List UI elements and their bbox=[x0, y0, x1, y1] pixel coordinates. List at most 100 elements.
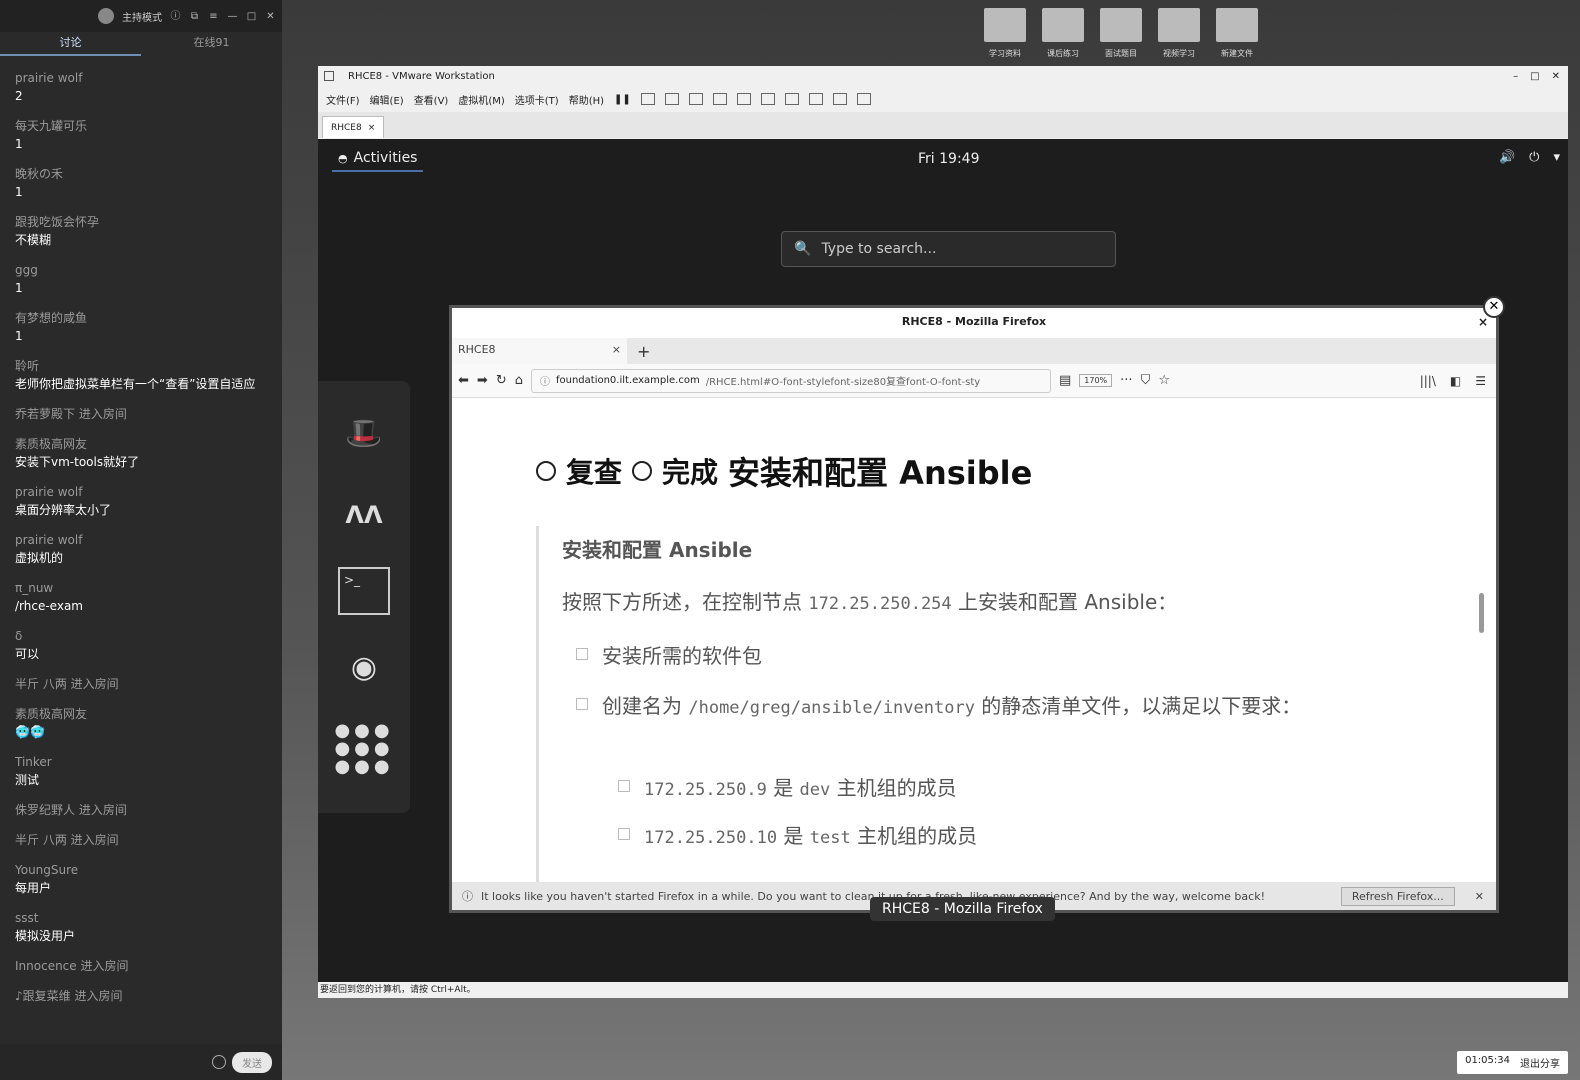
chat-username[interactable]: 素质极高网友 bbox=[15, 436, 267, 453]
send-ctrl-alt-del-icon[interactable] bbox=[640, 93, 655, 105]
library-icon[interactable]: |||\ bbox=[1420, 374, 1436, 388]
desktop-icon[interactable]: 新建文件 bbox=[1214, 8, 1260, 59]
clock[interactable]: Fri 19:49 bbox=[918, 151, 979, 167]
system-tray[interactable]: 🔊 ⏻ ▾ bbox=[1499, 150, 1560, 165]
vm-tab-rhce8[interactable]: RHCE8 × bbox=[322, 116, 385, 138]
menu-tabs[interactable]: 选项卡(T) bbox=[515, 92, 559, 107]
review-radio[interactable] bbox=[536, 461, 556, 481]
popout-icon[interactable]: ⧉ bbox=[189, 11, 200, 22]
tab-online[interactable]: 在线91 bbox=[141, 32, 282, 56]
vmware-title: RHCE8 - VMware Workstation bbox=[348, 70, 495, 82]
page-actions-icon[interactable]: ··· bbox=[1120, 373, 1132, 388]
show-apps-grid-icon[interactable]: ●●● ●●● ●●● bbox=[334, 719, 394, 779]
chat-username[interactable]: 晚秋の禾 bbox=[15, 166, 267, 183]
unity-icon[interactable] bbox=[808, 93, 823, 105]
minimize-icon[interactable]: — bbox=[227, 11, 238, 22]
hamburger-menu-icon[interactable]: ☰ bbox=[1475, 374, 1486, 388]
close-icon[interactable]: ✕ bbox=[1475, 890, 1484, 903]
tab-discussion[interactable]: 讨论 bbox=[0, 32, 141, 56]
redhat-app-icon[interactable]: 🎩 bbox=[334, 403, 394, 463]
thumbnail-view-icon[interactable] bbox=[760, 93, 775, 105]
library-view-icon[interactable] bbox=[736, 93, 751, 105]
chat-username[interactable]: ggg bbox=[15, 262, 267, 279]
menu-view[interactable]: 查看(V) bbox=[414, 92, 449, 107]
reader-mode-icon[interactable]: ▤ bbox=[1059, 373, 1071, 388]
site-info-icon[interactable]: ⓘ bbox=[540, 373, 550, 388]
stop-sharing-button[interactable]: 退出分享 bbox=[1520, 1055, 1560, 1070]
desktop-icon[interactable]: 面试题目 bbox=[1098, 8, 1144, 59]
url-bar[interactable]: ⓘ foundation0.ilt.example.com/RHCE.html#… bbox=[530, 368, 1051, 393]
revert-snapshot-icon[interactable] bbox=[688, 93, 703, 105]
chat-username[interactable]: prairie wolf bbox=[15, 70, 267, 87]
chat-username[interactable]: 有梦想的咸鱼 bbox=[15, 310, 267, 327]
chat-username[interactable]: prairie wolf bbox=[15, 532, 267, 549]
desktop-icon[interactable]: 视频学习 bbox=[1156, 8, 1202, 59]
forward-icon[interactable]: ➡ bbox=[477, 373, 488, 388]
menu-edit[interactable]: 编辑(E) bbox=[370, 92, 404, 107]
maximize-icon[interactable]: □ bbox=[1530, 71, 1539, 82]
task-checkbox[interactable] bbox=[618, 780, 630, 792]
fullscreen-icon[interactable] bbox=[784, 93, 799, 105]
chat-username[interactable]: 跟我吃饭会怀孕 bbox=[15, 214, 267, 231]
refresh-firefox-button[interactable]: Refresh Firefox... bbox=[1340, 886, 1455, 906]
snapshot-icon[interactable] bbox=[664, 93, 679, 105]
chat-text: 1 bbox=[15, 185, 23, 199]
guest-screen[interactable]: ◓ Activities Fri 19:49 🔊 ⏻ ▾ 🔍 Type to s… bbox=[318, 139, 1568, 982]
close-icon[interactable]: × bbox=[368, 123, 376, 133]
chat-username[interactable]: δ bbox=[15, 628, 267, 645]
chat-username[interactable]: Tinker bbox=[15, 754, 267, 771]
snapshot-manager-icon[interactable] bbox=[712, 93, 727, 105]
scrollbar[interactable] bbox=[1479, 593, 1484, 633]
info-icon[interactable]: ⓘ bbox=[170, 11, 181, 22]
sidebar-icon[interactable]: ◧ bbox=[1450, 374, 1461, 388]
task-checkbox[interactable] bbox=[576, 648, 588, 660]
task-checkbox[interactable] bbox=[576, 698, 588, 710]
chat-username[interactable]: prairie wolf bbox=[15, 484, 267, 501]
pause-icon[interactable]: ❚❚ bbox=[614, 94, 631, 105]
console-icon[interactable] bbox=[832, 93, 847, 105]
menu-vm[interactable]: 虚拟机(M) bbox=[458, 92, 504, 107]
send-button[interactable]: 发送 bbox=[232, 1051, 272, 1073]
chat-username[interactable]: π_nuw bbox=[15, 580, 267, 597]
chat-username[interactable]: 聆听 bbox=[15, 358, 267, 375]
close-icon[interactable]: × bbox=[612, 343, 621, 359]
stretch-icon[interactable] bbox=[856, 93, 871, 105]
new-tab-icon[interactable]: + bbox=[637, 342, 650, 361]
bookmark-star-icon[interactable]: ☆ bbox=[1158, 373, 1170, 388]
menu-file[interactable]: 文件(F) bbox=[326, 92, 360, 107]
menu-icon[interactable]: ≡ bbox=[208, 11, 219, 22]
host-avatar[interactable] bbox=[98, 8, 114, 24]
chat-username[interactable]: ssst bbox=[15, 910, 267, 927]
firefox-icon[interactable]: ◉ bbox=[334, 637, 394, 697]
back-icon[interactable]: ⬅ bbox=[458, 373, 469, 388]
chat-text: /rhce-exam bbox=[15, 599, 83, 613]
zoom-level[interactable]: 170% bbox=[1079, 374, 1113, 387]
system-message: Innocence 进入房间 bbox=[15, 959, 129, 973]
chat-tabs: 讨论 在线91 bbox=[0, 32, 282, 56]
desktop-icon[interactable]: 学习资料 bbox=[982, 8, 1028, 59]
terminal-icon[interactable]: >_ bbox=[338, 567, 390, 615]
chat-username[interactable]: 每天九罐可乐 bbox=[15, 118, 267, 135]
pocket-icon[interactable]: ⛉ bbox=[1141, 373, 1151, 388]
info-icon: ⓘ bbox=[462, 890, 473, 903]
reload-icon[interactable]: ↻ bbox=[496, 373, 507, 388]
chat-username[interactable]: YoungSure bbox=[15, 862, 267, 879]
home-icon[interactable]: ⌂ bbox=[515, 373, 523, 388]
chat-text: 1 bbox=[15, 329, 23, 343]
firefox-tab[interactable]: RHCE8 × bbox=[452, 338, 627, 364]
minimize-icon[interactable]: – bbox=[1513, 71, 1518, 82]
close-icon[interactable]: ✕ bbox=[265, 11, 276, 22]
close-icon[interactable]: ✕ bbox=[1552, 71, 1560, 82]
activities-button[interactable]: ◓ Activities bbox=[332, 146, 424, 172]
emoji-icon[interactable] bbox=[212, 1055, 226, 1069]
menu-help[interactable]: 帮助(H) bbox=[569, 92, 604, 107]
folder-icon bbox=[1216, 8, 1258, 42]
done-radio[interactable] bbox=[632, 461, 653, 481]
search-input[interactable]: 🔍 Type to search... bbox=[781, 231, 1116, 267]
ansible-app-icon[interactable]: ΛΛ bbox=[334, 485, 394, 545]
chat-username[interactable]: 素质极高网友 bbox=[15, 706, 267, 723]
task-checkbox[interactable] bbox=[618, 828, 630, 840]
close-window-icon[interactable]: ✕ bbox=[1483, 296, 1505, 318]
desktop-icon[interactable]: 课后练习 bbox=[1040, 8, 1086, 59]
maximize-icon[interactable]: □ bbox=[246, 11, 257, 22]
